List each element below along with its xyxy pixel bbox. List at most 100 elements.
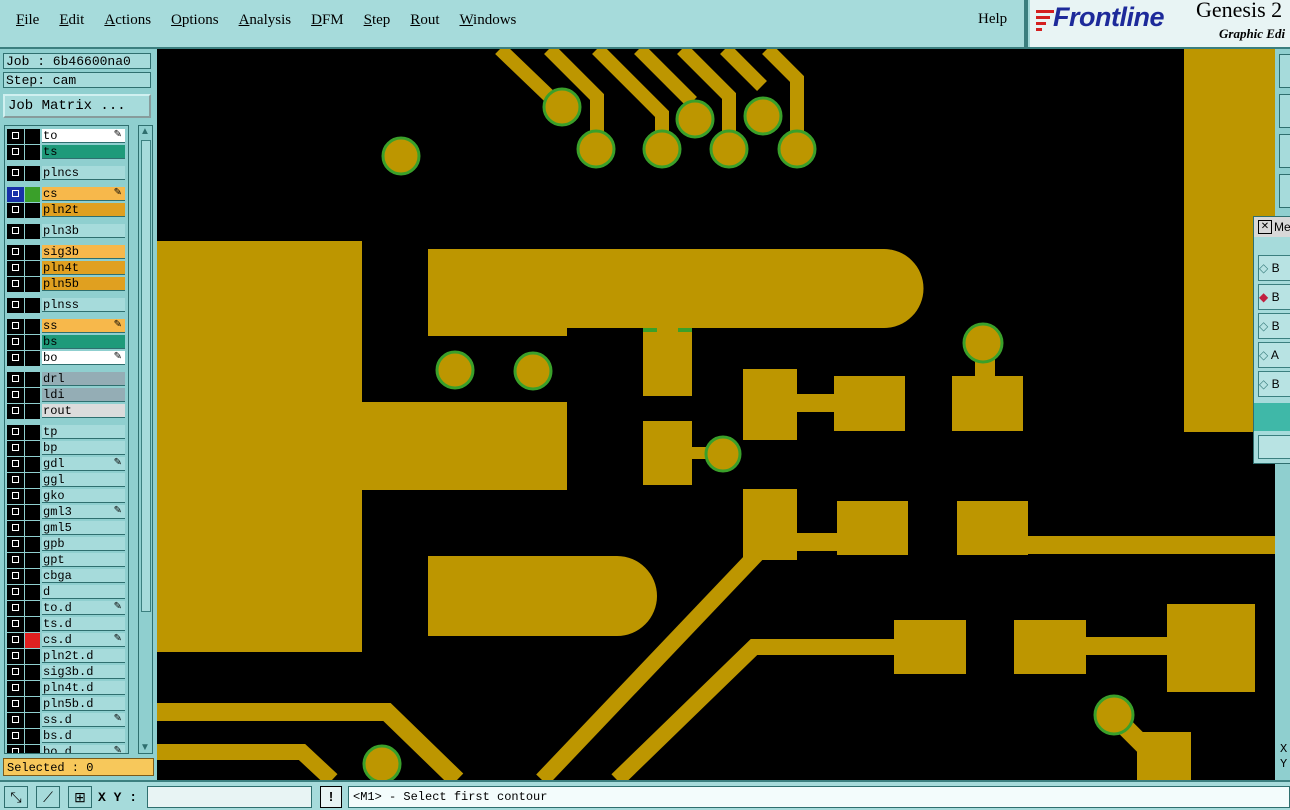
layer-checkbox[interactable] — [7, 681, 24, 696]
layer-name[interactable]: gpt — [42, 553, 125, 567]
layer-checkbox[interactable] — [7, 569, 24, 584]
layer-checkbox[interactable] — [7, 166, 24, 181]
layer-color-swatch[interactable] — [25, 489, 40, 504]
measure-option-selected[interactable]: ◆ B — [1258, 284, 1290, 310]
layer-name[interactable]: to — [42, 129, 125, 143]
toolbar-button[interactable] — [1279, 94, 1290, 128]
measure-option[interactable]: ◇ B — [1258, 255, 1290, 281]
layer-color-swatch[interactable] — [25, 224, 40, 239]
layer-name[interactable]: ts — [42, 145, 125, 159]
layer-color-swatch[interactable] — [25, 457, 40, 472]
layer-row[interactable]: bp — [5, 441, 128, 456]
layer-row[interactable]: ts — [5, 145, 128, 160]
measure-window-button[interactable] — [1258, 435, 1290, 459]
layer-row[interactable]: gml3 ✎ — [5, 505, 128, 520]
layer-name[interactable]: ss.d — [42, 713, 125, 727]
layer-row[interactable]: ss ✎ — [5, 319, 128, 334]
scroll-up-icon[interactable]: ▲ — [140, 126, 150, 137]
layer-color-swatch[interactable] — [25, 665, 40, 680]
layer-color-swatch[interactable] — [25, 372, 40, 387]
layer-color-swatch[interactable] — [25, 129, 40, 144]
xy-input[interactable] — [147, 786, 312, 808]
layer-name[interactable]: pln4t.d — [42, 681, 125, 695]
layer-checkbox[interactable] — [7, 521, 24, 536]
layer-checkbox[interactable] — [7, 129, 24, 144]
layer-checkbox[interactable] — [7, 145, 24, 160]
layer-color-swatch[interactable] — [25, 697, 40, 712]
layer-row[interactable]: to ✎ — [5, 129, 128, 144]
layer-row[interactable]: cbga — [5, 569, 128, 584]
layer-name[interactable]: bo — [42, 351, 125, 365]
layer-row[interactable]: ss.d ✎ — [5, 713, 128, 728]
toolbar-button[interactable] — [1279, 174, 1290, 208]
layer-name[interactable]: pln5b.d — [42, 697, 125, 711]
layer-color-swatch[interactable] — [25, 351, 40, 366]
layer-checkbox[interactable] — [7, 649, 24, 664]
toolbar-button[interactable] — [1279, 54, 1290, 88]
zoom-box-icon[interactable]: ⤡ — [4, 786, 28, 808]
layer-checkbox[interactable] — [7, 372, 24, 387]
layer-checkbox[interactable] — [7, 713, 24, 728]
layer-name[interactable]: ss — [42, 319, 125, 333]
toolbar-button[interactable] — [1279, 134, 1290, 168]
layer-name[interactable]: pln2t — [42, 203, 125, 217]
layer-row[interactable]: bs — [5, 335, 128, 350]
layer-checkbox[interactable] — [7, 335, 24, 350]
scroll-down-icon[interactable]: ▼ — [140, 742, 150, 753]
layer-row[interactable]: bs.d — [5, 729, 128, 744]
layer-checkbox[interactable] — [7, 425, 24, 440]
layer-checkbox[interactable] — [7, 729, 24, 744]
layer-checkbox[interactable] — [7, 745, 24, 753]
layer-row[interactable]: gdl ✎ — [5, 457, 128, 472]
layer-row[interactable]: gml5 — [5, 521, 128, 536]
layer-color-swatch[interactable] — [25, 729, 40, 744]
job-matrix-button[interactable]: Job Matrix ... — [3, 94, 151, 118]
layer-row[interactable]: sig3b.d — [5, 665, 128, 680]
layer-name[interactable]: pln5b — [42, 277, 125, 291]
layer-row[interactable]: ggl — [5, 473, 128, 488]
layer-checkbox[interactable] — [7, 298, 24, 313]
layer-checkbox[interactable] — [7, 697, 24, 712]
layer-row[interactable]: plncs — [5, 166, 128, 181]
layer-color-swatch[interactable] — [25, 537, 40, 552]
layer-color-swatch[interactable] — [25, 521, 40, 536]
menu-help[interactable]: Help — [978, 11, 1007, 28]
layer-row[interactable]: pln4t.d — [5, 681, 128, 696]
measure-window-titlebar[interactable]: ✕ Me — [1254, 217, 1290, 237]
layer-color-swatch[interactable] — [25, 245, 40, 260]
layer-color-swatch[interactable] — [25, 585, 40, 600]
scrollbar-thumb[interactable] — [141, 140, 151, 612]
layer-checkbox[interactable] — [7, 351, 24, 366]
measure-option[interactable]: ◇ B — [1258, 371, 1290, 397]
layer-checkbox[interactable] — [7, 473, 24, 488]
menu-step[interactable]: Step — [364, 12, 391, 29]
menu-dfm[interactable]: DFM — [311, 12, 344, 29]
layer-name[interactable]: pln2t.d — [42, 649, 125, 663]
layer-color-swatch[interactable] — [25, 745, 40, 753]
menu-edit[interactable]: Edit — [59, 12, 84, 29]
layer-color-swatch[interactable] — [25, 649, 40, 664]
layer-color-swatch[interactable] — [25, 633, 40, 648]
layer-color-swatch[interactable] — [25, 261, 40, 276]
layer-color-swatch[interactable] — [25, 473, 40, 488]
layer-name[interactable]: cs — [42, 187, 125, 201]
grid-icon[interactable]: ⊞ — [68, 786, 92, 808]
layer-row[interactable]: bo.d ✎ — [5, 745, 128, 753]
layer-name[interactable]: ldi — [42, 388, 125, 402]
layer-checkbox[interactable] — [7, 601, 24, 616]
layer-name[interactable]: cbga — [42, 569, 125, 583]
layer-color-swatch[interactable] — [25, 145, 40, 160]
layer-row[interactable]: pln2t.d — [5, 649, 128, 664]
layer-checkbox[interactable] — [7, 537, 24, 552]
layer-row[interactable]: tp — [5, 425, 128, 440]
layer-checkbox[interactable] — [7, 441, 24, 456]
layer-color-swatch[interactable] — [25, 601, 40, 616]
layer-name[interactable]: drl — [42, 372, 125, 386]
layer-name[interactable]: pln4t — [42, 261, 125, 275]
layer-row[interactable]: pln5b — [5, 277, 128, 292]
close-icon[interactable]: ✕ — [1258, 220, 1272, 234]
layer-name[interactable]: bo.d — [42, 745, 125, 753]
layer-checkbox[interactable] — [7, 203, 24, 218]
layer-color-swatch[interactable] — [25, 441, 40, 456]
layer-color-swatch[interactable] — [25, 569, 40, 584]
